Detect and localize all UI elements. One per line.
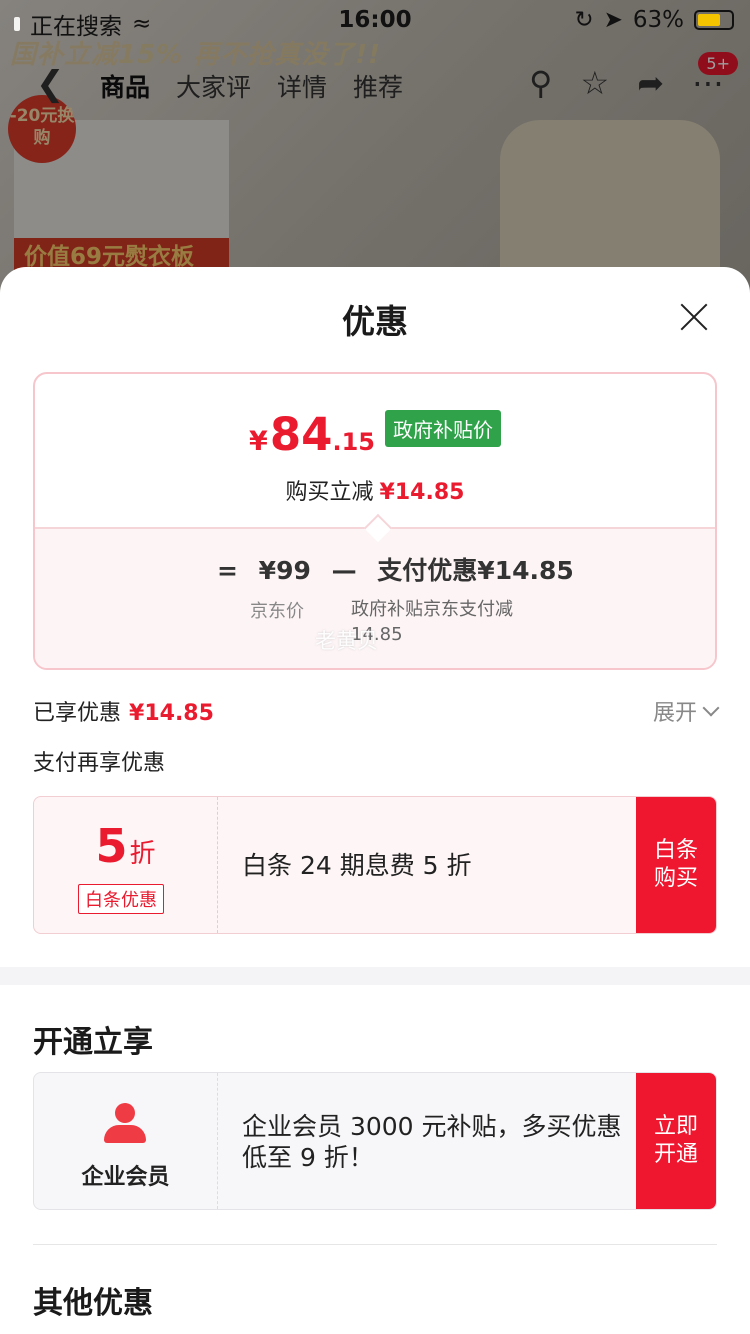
product-page-background: 国补立减15% 再不抢真没了!! 价值69元熨衣板 -20元换购 ❮ 商品 大家…: [0, 0, 750, 300]
save-label: 购买立减: [285, 480, 374, 505]
calc-pay-discount: 支付优惠¥14.85: [377, 556, 574, 585]
calc-minus: —: [331, 556, 357, 585]
baitiao-buy-button[interactable]: 白条购买: [636, 797, 716, 933]
price-card: ¥ 84 .15 政府补贴价 购买立减 ¥14.85 = ¥99 — 支付优惠¥1…: [33, 372, 717, 670]
calc-jd-price: ¥99: [258, 556, 311, 585]
discount-number: 5折: [34, 819, 217, 873]
expand-button[interactable]: 展开: [652, 695, 720, 727]
discount-value: 5: [95, 819, 128, 873]
price-currency: ¥: [249, 426, 268, 457]
baitiao-buy-label: 白条购买: [653, 838, 698, 891]
enjoyed-label: 已享优惠: [33, 701, 122, 726]
lock-rotation-icon: ↻: [574, 7, 594, 33]
calc-equals: =: [217, 556, 238, 585]
baitiao-desc: 白条 24 期息费 5 折: [242, 851, 472, 880]
baitiao-offer-card[interactable]: 5折 白条优惠 白条 24 期息费 5 折 白条购买: [33, 796, 717, 934]
battery-percent: 63%: [632, 7, 684, 33]
save-value: ¥14.85: [379, 480, 465, 505]
battery-icon: [694, 10, 734, 30]
watermark: 老黄贝: [315, 629, 378, 653]
expand-label: 展开: [652, 701, 697, 726]
open-now-label: 立即开通: [653, 1114, 698, 1167]
dim-overlay[interactable]: [0, 0, 750, 300]
enjoyed-discount-row: 已享优惠 ¥14.85: [33, 695, 214, 727]
person-icon: [104, 1103, 146, 1143]
member-offer-card[interactable]: 企业会员 企业会员 3000 元补贴，多买优惠低至 9 折！ 立即开通: [33, 1072, 717, 1210]
section-divider: [0, 967, 750, 985]
discount-sheet: 优惠 ¥ 84 .15 政府补贴价 购买立减 ¥14.85 = ¥99 — 支付优…: [0, 267, 750, 1334]
discount-unit: 折: [129, 839, 156, 869]
member-label: 企业会员: [81, 1165, 170, 1190]
price-integer: 84: [269, 408, 333, 461]
baitiao-discount-badge: 5折 白条优惠: [34, 797, 218, 933]
divider: [33, 1244, 717, 1245]
enjoyed-value: ¥14.85: [129, 701, 214, 726]
chevron-down-icon: [702, 699, 720, 717]
open-section-title: 开通立享: [33, 1025, 153, 1060]
sheet-title: 优惠: [342, 302, 408, 341]
jd-price-label: 京东价: [250, 601, 304, 622]
location-icon: ➤: [603, 7, 623, 33]
final-price: ¥ 84 .15 政府补贴价: [35, 408, 715, 461]
baitiao-tag: 白条优惠: [78, 884, 164, 914]
pay-more-label: 支付再享优惠: [33, 751, 166, 776]
member-desc: 企业会员 3000 元补贴，多买优惠低至 9 折！: [242, 1112, 622, 1172]
price-calculation: = ¥99 — 支付优惠¥14.85: [217, 551, 586, 587]
open-now-button[interactable]: 立即开通: [636, 1073, 716, 1209]
purchase-discount-row: 购买立减 ¥14.85: [35, 474, 715, 506]
price-decimal: .15: [332, 428, 375, 456]
member-badge: 企业会员: [34, 1073, 218, 1209]
discount-desc-text: 政府补贴京东支付减: [351, 599, 513, 620]
close-icon[interactable]: [678, 301, 710, 333]
other-section-title: 其他优惠: [33, 1286, 153, 1321]
gov-subsidy-tag: 政府补贴价: [384, 410, 501, 447]
status-bar: 正在搜索 ≈ 16:00 ↻ ➤ 63%: [0, 0, 750, 40]
